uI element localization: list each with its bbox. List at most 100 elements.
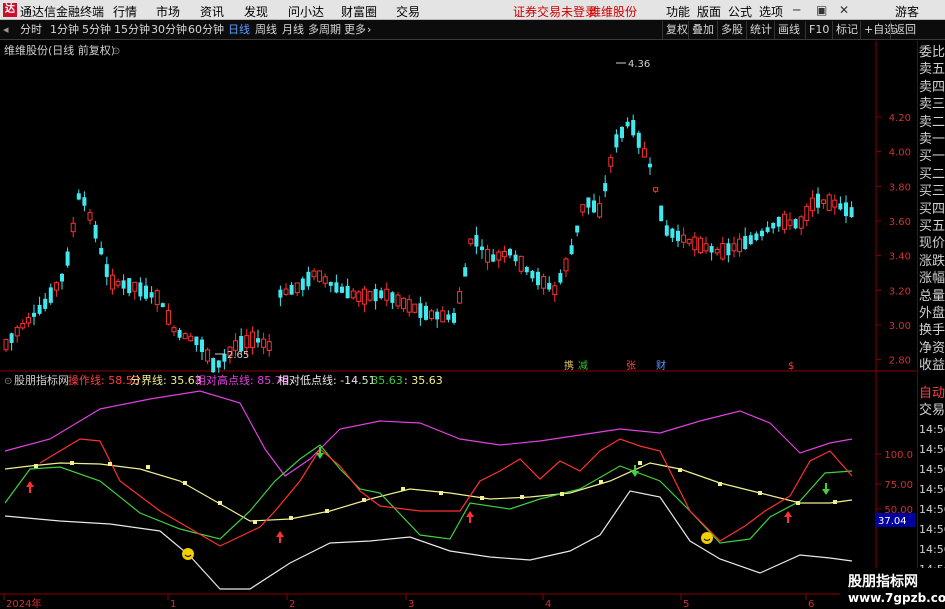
event-tag[interactable]: $ xyxy=(788,361,794,372)
candle-body-down xyxy=(625,121,630,127)
candle-body-up xyxy=(608,157,614,167)
btn-biaoji[interactable]: 标记 xyxy=(832,21,858,39)
candle-body-up xyxy=(367,291,373,301)
tick-time-label: 14:56 xyxy=(919,503,945,516)
indicator-options-icon[interactable]: ⊙ xyxy=(4,376,12,387)
candle-body-up xyxy=(188,335,194,342)
menu-xuanxiang[interactable]: 选项 xyxy=(759,3,783,20)
menu-caifuquan[interactable]: 财富圈 xyxy=(341,3,377,20)
menu-shichang[interactable]: 市场 xyxy=(156,3,180,20)
restore-icon[interactable]: ▣ xyxy=(816,3,827,17)
menu-jiaoyi[interactable]: 交易 xyxy=(396,3,420,20)
time-tick-label: 1 xyxy=(170,599,176,609)
divider-dot xyxy=(599,480,603,484)
divider-dot xyxy=(70,461,74,465)
candle-body-down xyxy=(138,282,143,297)
candle-body-down xyxy=(216,360,221,368)
left-arrow-icon[interactable]: ◂ xyxy=(3,21,9,39)
quote-field-label: 换手 xyxy=(919,323,945,339)
chevron-right-icon[interactable]: › xyxy=(367,21,371,39)
divider-dot xyxy=(796,501,800,505)
candle-body-up xyxy=(468,238,474,245)
divider-dot xyxy=(253,520,257,524)
event-tag[interactable]: 减 xyxy=(578,360,588,372)
menu-faxian[interactable]: 发现 xyxy=(244,3,268,20)
quote-field-label: 净资 xyxy=(919,340,945,356)
period-60min[interactable]: 60分钟 xyxy=(188,21,224,39)
candle-body-down xyxy=(32,312,36,317)
btn-tongji[interactable]: 统计 xyxy=(746,21,772,39)
period-weekly[interactable]: 周线 xyxy=(255,21,277,39)
trade-label[interactable]: 交易 xyxy=(919,402,945,419)
minimize-icon[interactable]: ─ xyxy=(793,3,800,17)
btn-diejia[interactable]: 叠加 xyxy=(688,21,714,39)
menu-hangqing[interactable]: 行情 xyxy=(113,3,137,20)
candle-body-down xyxy=(256,338,260,343)
price-tick-label: 3.00 xyxy=(889,321,911,332)
candle-body-down xyxy=(659,205,664,222)
candle-body-up xyxy=(697,237,703,254)
candle-body-down xyxy=(569,245,574,255)
candle-body-up xyxy=(496,251,502,261)
candle-body-up xyxy=(832,199,838,208)
candle-body-up xyxy=(787,219,793,226)
period-fenshi[interactable]: 分时 xyxy=(20,21,42,39)
period-30min[interactable]: 30分钟 xyxy=(151,21,187,39)
candle-body-down xyxy=(670,228,675,238)
candle-body-up xyxy=(821,199,827,204)
divider-dot xyxy=(833,500,837,504)
candle-body-up xyxy=(20,323,26,329)
candle-body-up xyxy=(501,251,507,258)
btn-huaxian[interactable]: 画线 xyxy=(774,21,800,39)
menu-gongshi[interactable]: 公式 xyxy=(728,3,752,20)
candle-body-up xyxy=(781,213,787,230)
menu-banmian[interactable]: 版面 xyxy=(697,3,721,20)
candle-body-up xyxy=(395,294,401,307)
candle-body-up xyxy=(115,280,121,286)
btn-duogu[interactable]: 多股 xyxy=(717,21,743,39)
period-multi[interactable]: 多周期 xyxy=(308,21,341,39)
chart-options-icon[interactable]: ⊙ xyxy=(112,46,120,57)
candle-body-up xyxy=(350,290,356,299)
menu-wenxiaoda[interactable]: 问小达 xyxy=(288,3,324,20)
close-icon[interactable]: ✕ xyxy=(839,3,849,17)
event-tag[interactable]: 张 xyxy=(626,360,636,372)
candle-body-down xyxy=(48,287,53,303)
candle-body-up xyxy=(53,282,59,291)
candle-body-up xyxy=(87,212,93,221)
login-warning[interactable]: 证券交易未登录 xyxy=(513,3,597,20)
event-tag[interactable]: 携 xyxy=(564,359,574,372)
candle-body-up xyxy=(165,310,171,325)
divider-dot xyxy=(560,492,564,496)
candle-body-down xyxy=(586,197,591,208)
guest-label[interactable]: 游客 xyxy=(895,3,919,20)
divider-dot xyxy=(439,491,443,495)
auto-trade-toggle[interactable]: 自动 xyxy=(919,385,945,402)
divider-dot xyxy=(108,462,112,466)
candle-body-up xyxy=(737,238,743,253)
period-15min[interactable]: 15分钟 xyxy=(114,21,150,39)
candle-body-down xyxy=(278,289,283,298)
btn-f10[interactable]: F10 xyxy=(805,21,829,39)
period-1min[interactable]: 1分钟 xyxy=(50,21,79,39)
event-tag[interactable]: 财 xyxy=(656,359,666,372)
candle-body-up xyxy=(244,335,250,349)
btn-fuquan[interactable]: 复权 xyxy=(662,21,688,39)
time-tick-label: 3 xyxy=(408,599,414,609)
period-monthly[interactable]: 月线 xyxy=(282,21,304,39)
candle-body-down xyxy=(474,234,479,247)
period-daily[interactable]: 日线 xyxy=(228,21,250,39)
period-5min[interactable]: 5分钟 xyxy=(82,21,111,39)
main-chart-label: 维维股份(日线 前复权) xyxy=(4,43,115,57)
candle-body-up xyxy=(798,216,804,229)
menu-zixun[interactable]: 资讯 xyxy=(200,3,224,20)
candle-body-down xyxy=(418,303,423,318)
period-more[interactable]: 更多 xyxy=(344,21,366,39)
btn-fanhui[interactable]: 返回 xyxy=(890,21,916,39)
candle-body-down xyxy=(508,248,512,256)
candle-body-down xyxy=(345,285,350,299)
divider-dot xyxy=(34,464,38,468)
candle-body-down xyxy=(760,230,764,237)
menu-gongneng[interactable]: 功能 xyxy=(666,3,690,20)
kline-chart[interactable]: 维维股份(日线 前复权) ⊙ 4.20 4.00 3.80 3.60 3.40 3.20 3… xyxy=(0,41,917,609)
